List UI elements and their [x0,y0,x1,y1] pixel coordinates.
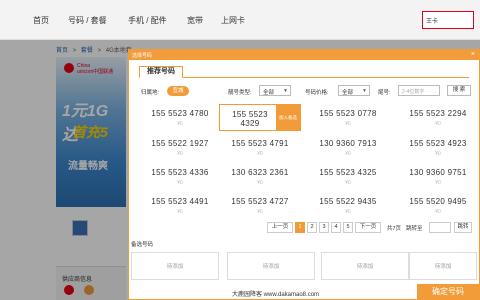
modal-header: 选择号码 × [129,50,479,60]
jump-label: 跳转至 [406,226,423,232]
jump-button[interactable]: 跳转 [454,222,472,233]
number-cell[interactable]: 155 5523 4923 ¥0 [397,134,479,161]
price-label: 号码价格: [305,90,329,96]
tail-number-input[interactable]: 2-4位数字 [398,85,440,96]
modal-title: 选择号码 [132,53,153,59]
nav-data-card[interactable]: 上网卡 [221,15,245,26]
filter-bar: 归属地: 宜城 靓号类型: 全部 ▼ 号码价格: 全部 ▼ 尾号: 2-4位数字 搜… [129,85,479,99]
page-1[interactable]: 1 [295,222,305,233]
number-cell[interactable]: 155 5523 4780 ¥0 [139,104,221,131]
number-cell[interactable]: 155 5522 1927 ¥0 [139,134,221,161]
number-grid: 155 5523 4780 ¥0 155 5523 4329 ¥0 加入备选 155 … [139,104,469,268]
number-cell[interactable]: 155 5523 2294 ¥0 [397,104,479,131]
page-4[interactable]: 4 [331,222,341,233]
type-label: 靓号类型: [228,90,252,96]
number-cell[interactable]: 155 5523 4325 ¥0 [307,163,389,190]
candidate-slots: 待添加 待添加 待添加 待添加 [131,252,477,282]
nav-numbers-plans[interactable]: 号码 / 套餐 [68,15,107,26]
watermark-text: 大鹿园降客 www.dakamao8.com [232,292,320,298]
location-tag[interactable]: 宜城 [167,86,189,96]
number-cell[interactable]: 130 9360 9751 ¥0 [397,163,479,190]
top-nav: 首页 号码 / 套餐 手机 / 配件 宽带 上网卡 王卡 [0,0,480,40]
candidate-slot[interactable]: 待添加 [409,252,477,280]
number-cell[interactable]: 155 5523 4791 ¥0 [219,134,301,161]
nav-phones-accessories[interactable]: 手机 / 配件 [128,15,167,26]
number-cell[interactable]: 155 5523 4336 ¥0 [139,163,221,190]
number-cell[interactable]: 155 5523 4727 ¥0 [219,192,301,219]
number-cell[interactable]: 155 5523 4491 ¥0 [139,192,221,219]
number-cell[interactable]: 155 5520 9495 ¥0 [397,192,479,219]
confirm-number-button[interactable]: 确定号码 [417,284,479,300]
candidate-slot[interactable]: 待添加 [227,252,315,280]
chevron-down-icon: ▼ [362,88,367,94]
tab-recommended[interactable]: 推荐号码 [139,66,183,78]
nav-home[interactable]: 首页 [33,15,49,26]
chevron-down-icon: ▼ [283,88,288,94]
close-icon[interactable]: × [471,51,475,58]
add-to-candidate-button[interactable]: 加入备选 [276,105,300,130]
next-page-button[interactable]: 下一页 [355,222,381,233]
candidate-slot[interactable]: 待添加 [321,252,409,280]
search-button[interactable]: 搜 索 [447,85,471,96]
number-select-modal: 选择号码 × 推荐号码 归属地: 宜城 靓号类型: 全部 ▼ 号码价格: 全部 ▼ … [128,49,480,300]
number-cell[interactable]: 155 5523 0778 ¥0 [307,104,389,131]
candidate-title: 备选号码 [131,242,154,248]
total-pages: 共7页 [387,226,402,232]
location-label: 归属地: [141,90,160,96]
number-cell-selected[interactable]: 155 5523 4329 ¥0 加入备选 [219,104,301,131]
price-select[interactable]: 全部 ▼ [338,85,370,96]
number-cell[interactable]: 155 5522 9435 ¥0 [307,192,389,219]
number-cell[interactable]: 130 9360 7913 ¥0 [307,134,389,161]
type-select[interactable]: 全部 ▼ [259,85,291,96]
prev-page-button[interactable]: 上一页 [267,222,293,233]
page-2[interactable]: 2 [307,222,317,233]
modal-tabs: 推荐号码 [139,66,469,78]
nav-broadband[interactable]: 宽带 [187,15,203,26]
jump-page-input[interactable] [429,222,451,233]
number-cell[interactable]: 130 6323 2361 ¥0 [219,163,301,190]
candidate-slot[interactable]: 待添加 [131,252,219,280]
page-5[interactable]: 5 [343,222,353,233]
tail-label: 尾号: [378,90,391,96]
page-3[interactable]: 3 [319,222,329,233]
search-input[interactable]: 王卡 [422,11,474,29]
pagination: 上一页 1 2 3 4 5 下一页 共7页 跳转至 跳转 [129,222,479,234]
